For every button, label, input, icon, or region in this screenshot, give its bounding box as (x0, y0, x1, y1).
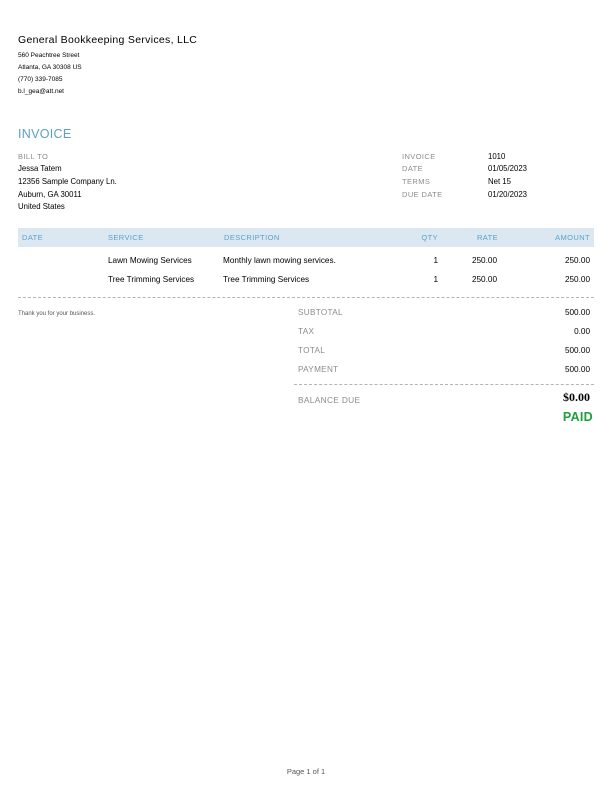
row-description: Tree Trimming Services (223, 275, 310, 284)
subtotal-value: 500.00 (564, 308, 590, 317)
row-amount: 250.00 (564, 275, 590, 284)
tax-label: TAX (298, 327, 315, 336)
row-qty: 1 (433, 275, 438, 284)
payment-value: 500.00 (564, 365, 590, 374)
subtotal-label: SUBTOTAL (298, 308, 343, 317)
thank-you-message: Thank you for your business. (18, 311, 96, 317)
row-rate: 250.00 (471, 256, 497, 265)
due-date-label: DUE DATE (402, 190, 443, 199)
column-header-description: DESCRIPTION (224, 233, 280, 242)
company-phone: (770) 339-7085 (18, 76, 63, 83)
invoice-number-label: INVOICE (402, 152, 436, 161)
company-email: b.l_gea@att.net (18, 88, 64, 95)
items-divider (18, 297, 594, 298)
bill-to-city: Auburn, GA 30011 (18, 190, 82, 199)
bill-to-name: Jessa Tatem (18, 164, 62, 173)
bill-to-company: 12356 Sample Company Ln. (18, 177, 117, 186)
row-description: Monthly lawn mowing services. (223, 256, 336, 265)
invoice-number-value: 1010 (488, 152, 506, 161)
invoice-date-label: DATE (402, 164, 424, 173)
paid-status-badge: PAID (562, 410, 593, 424)
total-label: TOTAL (298, 346, 326, 355)
column-header-qty: QTY (421, 233, 438, 242)
invoice-title: INVOICE (18, 127, 72, 141)
column-header-date: DATE (22, 233, 44, 242)
due-date-value: 01/20/2023 (488, 190, 528, 199)
totals-divider (294, 384, 594, 385)
invoice-date-value: 01/05/2023 (488, 164, 528, 173)
column-header-rate: RATE (476, 233, 498, 242)
bill-to-label: BILL TO (18, 152, 49, 161)
row-service: Lawn Mowing Services (108, 256, 192, 265)
column-header-service: SERVICE (108, 233, 144, 242)
bill-to-country: United States (18, 202, 65, 211)
terms-value: Net 15 (488, 177, 511, 186)
row-qty: 1 (433, 256, 438, 265)
payment-label: PAYMENT (298, 365, 339, 374)
page-number: Page 1 of 1 (286, 767, 326, 776)
row-service: Tree Trimming Services (108, 275, 195, 284)
balance-due-label: BALANCE DUE (298, 395, 361, 405)
tax-value: 0.00 (574, 327, 590, 336)
company-name: General Bookkeeping Services, LLC (18, 34, 198, 46)
terms-label: TERMS (402, 177, 431, 186)
company-address-line1: 560 Peachtree Street (18, 52, 80, 59)
row-amount: 250.00 (564, 256, 590, 265)
balance-due-value: $0.00 (563, 390, 590, 404)
row-rate: 250.00 (471, 275, 497, 284)
items-table-header (18, 228, 594, 247)
company-address-line2: Atlanta, GA 30308 US (18, 64, 82, 71)
total-value: 500.00 (564, 346, 590, 355)
column-header-amount: AMOUNT (555, 233, 590, 242)
